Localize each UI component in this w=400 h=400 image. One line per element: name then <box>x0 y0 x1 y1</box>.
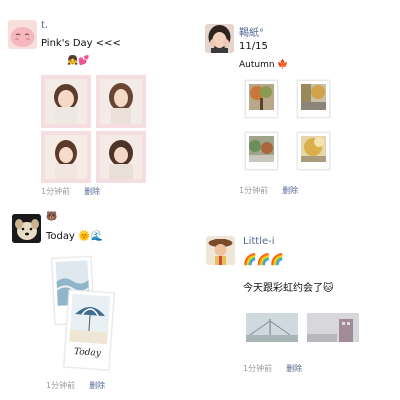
timestamp: 1分钟前 <box>239 186 269 195</box>
building-sky-photo[interactable] <box>307 313 359 342</box>
post-text: 🌈🌈🌈 <box>243 253 285 266</box>
woody-toy-icon[interactable] <box>206 236 235 265</box>
timestamp: 1分钟前 <box>243 364 273 373</box>
post-meta: 1分钟前 删除 <box>41 186 100 197</box>
portrait-photo[interactable] <box>96 75 146 128</box>
beach-umbrella-polaroid[interactable]: Today <box>63 289 115 371</box>
portrait-photo[interactable] <box>41 131 91 183</box>
delete-link[interactable]: 删除 <box>84 187 100 196</box>
delete-link[interactable]: 删除 <box>282 186 298 195</box>
puppy-icon[interactable] <box>12 214 41 243</box>
autumn-street-polaroid[interactable] <box>297 80 330 118</box>
autumn-scene-polaroid[interactable] <box>245 132 278 170</box>
portrait-photo[interactable] <box>41 75 91 128</box>
username[interactable]: t. <box>41 20 48 31</box>
photo-caption: Today <box>73 347 102 359</box>
autumn-leaf-polaroid[interactable] <box>297 132 330 170</box>
timestamp: 1分钟前 <box>41 187 71 196</box>
post-text: Pink's Day <<< <box>41 38 121 49</box>
post-meta: 1分钟前 删除 <box>243 363 302 374</box>
pink-blush-face-icon[interactable] <box>8 20 37 49</box>
bridge-sky-photo[interactable] <box>246 313 298 342</box>
username[interactable]: 鞨紙° <box>239 24 264 39</box>
post-meta: 1分钟前 删除 <box>46 380 105 391</box>
girl-hands-face-icon[interactable] <box>205 24 234 53</box>
emoji-line: 👧💕 <box>67 56 90 66</box>
username[interactable]: Little-i <box>243 236 275 247</box>
post-text: 11/15 <box>239 41 268 52</box>
username[interactable]: 🐻 <box>46 212 57 222</box>
delete-link[interactable]: 删除 <box>89 381 105 390</box>
timestamp: 1分钟前 <box>46 381 76 390</box>
portrait-photo[interactable] <box>96 131 146 183</box>
post-text: Today 🌞🌊 <box>46 231 104 242</box>
post-meta: 1分钟前 删除 <box>239 185 298 196</box>
emoji-line: Autumn 🍁 <box>239 60 289 70</box>
delete-link[interactable]: 删除 <box>286 364 302 373</box>
autumn-tree-polaroid[interactable] <box>245 80 278 118</box>
emoji-line: 今天跟彩虹约会了🐱 <box>243 283 334 294</box>
